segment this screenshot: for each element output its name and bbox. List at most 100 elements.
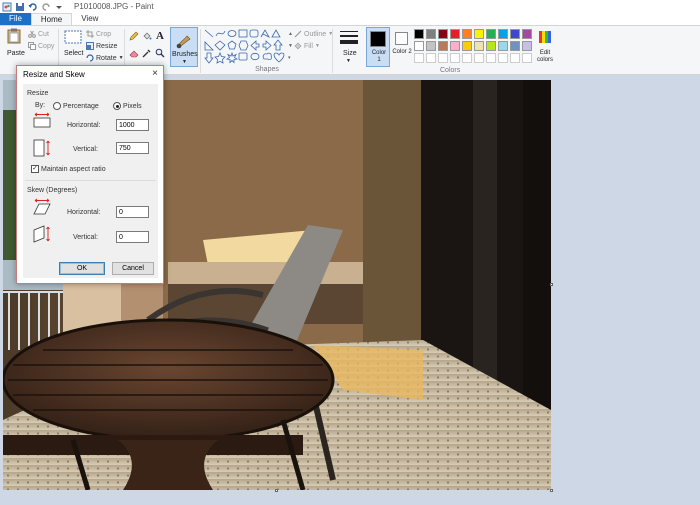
palette-swatch[interactable]	[438, 41, 448, 51]
palette-swatch[interactable]	[450, 41, 460, 51]
ok-button[interactable]: OK	[59, 262, 105, 275]
horizontal-label: Horizontal:	[67, 122, 101, 129]
pencil-icon[interactable]	[129, 31, 139, 41]
horizontal-input[interactable]	[116, 119, 149, 131]
eraser-icon[interactable]	[129, 48, 139, 58]
section-divider	[25, 180, 156, 181]
undo-icon[interactable]	[28, 2, 38, 12]
custom-color-slot[interactable]	[486, 53, 496, 63]
arrow-down-shape-icon	[204, 52, 214, 64]
horizontal-skew-icon	[33, 198, 51, 215]
customize-quick-access-icon[interactable]	[54, 2, 64, 12]
rotate-button[interactable]: Rotate ▼	[86, 54, 124, 62]
tab-file[interactable]: File	[0, 13, 31, 25]
custom-color-slot[interactable]	[450, 53, 460, 63]
title-bar: P1010008.JPG - Paint	[0, 0, 700, 13]
polygon-shape-icon	[260, 29, 271, 38]
skew-section-label: Skew (Degrees)	[27, 187, 78, 194]
shapes-gallery[interactable]	[203, 28, 287, 64]
cloud-shape-icon	[262, 52, 273, 61]
custom-color-slot[interactable]	[510, 53, 520, 63]
close-icon[interactable]: ×	[152, 68, 158, 79]
paste-button[interactable]: Paste	[5, 28, 25, 66]
percentage-radio[interactable]: Percentage	[53, 102, 99, 110]
line-width-icon	[340, 31, 358, 44]
palette-swatch[interactable]	[498, 41, 508, 51]
cut-button[interactable]: Cut	[28, 30, 49, 38]
resize-handle-corner[interactable]	[550, 489, 553, 492]
size-button[interactable]: Size ▼	[335, 28, 363, 66]
tab-home[interactable]: Home	[30, 13, 73, 25]
resize-icon	[86, 42, 94, 50]
outline-button[interactable]: Outline ▼	[294, 30, 333, 38]
palette-swatch[interactable]	[462, 29, 472, 39]
vertical-input[interactable]	[116, 142, 149, 154]
copy-button[interactable]: Copy	[28, 42, 54, 50]
tab-view[interactable]: View	[72, 13, 107, 25]
crop-button[interactable]: Crop	[86, 30, 111, 38]
maintain-aspect-label: Maintain aspect ratio	[41, 165, 106, 173]
custom-color-slot[interactable]	[498, 53, 508, 63]
save-icon[interactable]	[15, 2, 25, 12]
palette-swatch[interactable]	[498, 29, 508, 39]
pixels-radio[interactable]: Pixels	[113, 102, 142, 110]
edit-colors-label: Edit colors	[536, 50, 553, 63]
vertical-label: Vertical:	[73, 146, 98, 153]
resize-button[interactable]: Resize	[86, 42, 117, 50]
palette-swatch[interactable]	[510, 29, 520, 39]
fill-bucket-icon[interactable]	[142, 31, 152, 41]
custom-color-slot[interactable]	[522, 53, 532, 63]
edit-colors-button[interactable]: Edit colors	[535, 28, 555, 68]
outline-label: Outline	[304, 30, 327, 38]
color2-button[interactable]: Color 2	[392, 27, 412, 67]
chevron-down-icon: ▼	[346, 58, 351, 64]
palette-swatch[interactable]	[474, 29, 484, 39]
palette-swatch[interactable]	[486, 41, 496, 51]
custom-color-slot[interactable]	[474, 53, 484, 63]
resize-handle-bottom[interactable]	[275, 489, 278, 492]
crop-icon	[86, 30, 94, 38]
diamond-shape-icon	[214, 40, 226, 51]
palette-swatch[interactable]	[414, 29, 424, 39]
custom-color-slot[interactable]	[438, 53, 448, 63]
redo-icon[interactable]	[41, 2, 51, 12]
palette-swatch[interactable]	[462, 41, 472, 51]
text-tool-icon[interactable]: A	[156, 30, 164, 42]
hexagon-shape-icon	[238, 40, 249, 51]
fill-button[interactable]: Fill ▼	[294, 42, 320, 50]
cancel-button[interactable]: Cancel	[112, 262, 154, 275]
maintain-aspect-checkbox[interactable]: ✓ Maintain aspect ratio	[31, 165, 106, 173]
palette-swatch[interactable]	[438, 29, 448, 39]
color-wheel-icon	[539, 31, 551, 43]
palette-swatch[interactable]	[450, 29, 460, 39]
brushes-button[interactable]: Brushes ▼	[170, 27, 198, 67]
line-shape-icon	[204, 29, 214, 38]
palette-swatch[interactable]	[426, 41, 436, 51]
palette-swatch[interactable]	[510, 41, 520, 51]
skew-horizontal-input[interactable]	[116, 206, 149, 218]
palette-swatch[interactable]	[522, 29, 532, 39]
size-label: Size	[343, 50, 357, 57]
palette-swatch[interactable]	[414, 41, 424, 51]
custom-color-slot[interactable]	[414, 53, 424, 63]
palette-swatch[interactable]	[486, 29, 496, 39]
resize-handle-right[interactable]	[550, 283, 553, 286]
palette-swatch[interactable]	[474, 41, 484, 51]
checkmark-icon: ✓	[31, 165, 39, 173]
palette-swatch[interactable]	[522, 41, 532, 51]
select-rectangle-icon	[64, 30, 82, 44]
arrow-left-shape-icon	[262, 40, 272, 51]
shapes-scroll[interactable]: ▲ ▼ ▾	[288, 28, 293, 64]
color-picker-icon[interactable]	[142, 48, 152, 58]
color1-button[interactable]: Color 1	[366, 27, 390, 67]
magnifier-icon[interactable]	[155, 48, 165, 58]
custom-color-slot[interactable]	[462, 53, 472, 63]
by-label: By:	[35, 102, 46, 109]
palette-swatch[interactable]	[426, 29, 436, 39]
select-button[interactable]: Select	[62, 28, 84, 66]
custom-color-slot[interactable]	[426, 53, 436, 63]
rounded-rectangle-shape-icon	[249, 29, 259, 38]
color1-swatch	[370, 31, 386, 47]
rotate-icon	[86, 54, 94, 62]
skew-vertical-input[interactable]	[116, 231, 149, 243]
